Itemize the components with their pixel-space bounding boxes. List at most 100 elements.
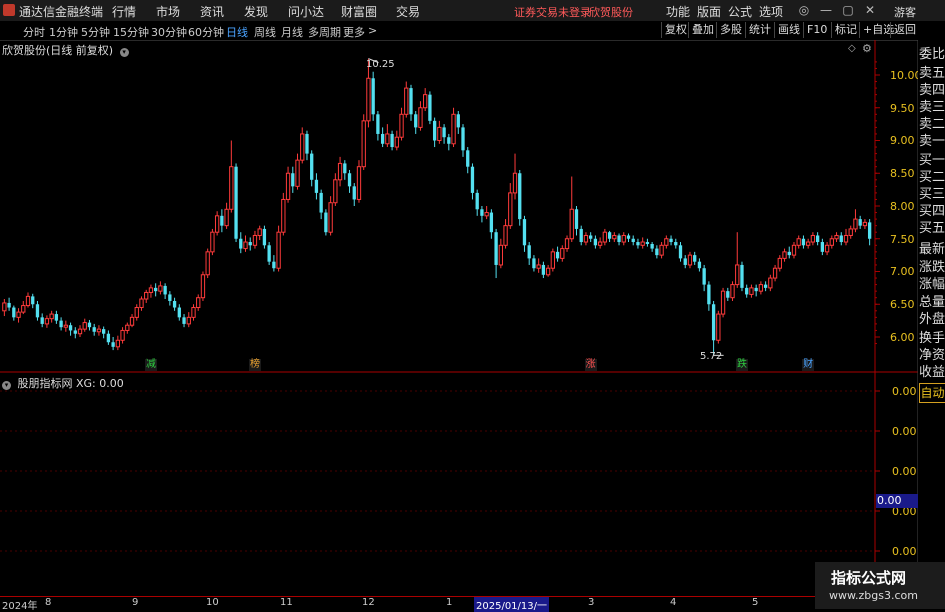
candle-body: [77, 328, 83, 335]
candle-body: [787, 251, 791, 256]
candle-body: [484, 212, 489, 217]
side-item-outer[interactable]: 外盘: [919, 310, 945, 330]
side-item-wei-bi[interactable]: 委比: [919, 45, 945, 65]
candle-body: [276, 231, 281, 269]
candle-body: [243, 241, 248, 250]
candle-body: [120, 329, 125, 341]
candle-body: [409, 88, 413, 115]
indicator-current-value: 0.00: [876, 494, 918, 508]
candle-body: [347, 173, 352, 187]
candle-body: [693, 255, 697, 262]
candle-body: [555, 251, 560, 259]
candle-body: [527, 245, 531, 259]
candle-body: [428, 94, 432, 121]
candle-body: [115, 339, 120, 348]
candle-body: [234, 166, 238, 239]
candle-body: [636, 242, 640, 246]
candle-body: [843, 234, 849, 243]
candle-body: [545, 267, 551, 276]
candle-body: [763, 284, 768, 288]
candle-body: [617, 235, 621, 243]
candle-body: [650, 243, 654, 249]
candle-body: [380, 133, 385, 144]
candle-body: [319, 192, 323, 213]
price-tick: 8.00: [890, 200, 915, 213]
date-tick: 12: [362, 597, 375, 608]
candle-body: [626, 235, 631, 239]
candle-body: [129, 316, 135, 326]
price-axis-ticks: [875, 61, 880, 345]
date-tick: 4: [670, 597, 677, 608]
candle-body: [163, 285, 167, 295]
price-annotations: [368, 58, 724, 356]
candle-body: [404, 87, 409, 115]
candle-body: [711, 304, 716, 341]
candle-body: [418, 107, 423, 128]
candle-body: [172, 300, 177, 308]
candle-body: [106, 333, 111, 343]
candle-body: [337, 162, 343, 181]
candle-body: [447, 137, 451, 144]
candle-body: [716, 313, 721, 341]
event-marker[interactable]: 财: [802, 359, 815, 371]
date-tick: 11: [280, 597, 293, 608]
candle-body: [423, 94, 428, 109]
candle-body: [720, 290, 726, 315]
candle-body: [442, 127, 446, 138]
candle-body: [16, 311, 21, 318]
candle-body: [655, 248, 659, 256]
side-item-earnings[interactable]: 收益: [919, 363, 945, 383]
candle-body: [569, 208, 574, 240]
candle-body: [824, 244, 830, 253]
candle-body: [512, 172, 518, 194]
candle-body: [862, 221, 868, 227]
event-marker[interactable]: 跌: [735, 359, 748, 371]
chevron-down-icon[interactable]: ▾: [2, 381, 11, 390]
candle-body: [480, 209, 484, 216]
candle-body: [631, 238, 635, 243]
candle-body: [848, 228, 853, 236]
event-marker[interactable]: 减: [144, 359, 157, 371]
price-tick: 10.00: [890, 69, 922, 82]
candle-body: [63, 324, 68, 328]
candle-body: [456, 114, 460, 128]
side-item-latest[interactable]: 最新: [919, 240, 945, 260]
indicator-title-text: 股朋指标网 XG: 0.00: [17, 377, 124, 390]
candle-body: [7, 302, 11, 308]
candle-body: [31, 296, 35, 305]
candle-body: [829, 238, 834, 246]
candle-body: [801, 238, 806, 246]
candle-body: [749, 287, 754, 295]
candle-body: [40, 317, 44, 324]
auto-button[interactable]: 自动: [919, 383, 945, 403]
candle-body: [205, 251, 210, 276]
side-item-sell1[interactable]: 卖一: [919, 132, 945, 152]
side-item-change-pct[interactable]: 涨幅: [919, 275, 945, 295]
candle-body: [437, 126, 442, 142]
candle-body: [196, 297, 201, 309]
side-item-buy5[interactable]: 买五: [919, 219, 945, 239]
candle-body: [730, 284, 735, 299]
candle-body: [518, 173, 522, 220]
chart-canvas[interactable]: [0, 0, 945, 609]
candle-body: [810, 234, 816, 243]
price-tick: 7.50: [890, 233, 915, 246]
price-tick: 9.50: [890, 102, 915, 115]
date-tick: 8: [45, 597, 52, 608]
candle-body: [815, 235, 820, 243]
candle-body: [461, 127, 465, 151]
event-marker[interactable]: 涨: [584, 359, 597, 371]
candle-body: [772, 267, 778, 279]
candle-body: [867, 222, 872, 239]
indicator-tick: 0.00: [892, 545, 917, 558]
candle-body: [579, 228, 583, 243]
date-tick: 5: [752, 597, 759, 608]
candle-body: [583, 234, 589, 243]
candle-body: [191, 307, 196, 318]
event-marker[interactable]: 榜: [248, 359, 261, 371]
candle-body: [758, 284, 764, 292]
candle-body: [664, 238, 669, 246]
candle-body: [134, 307, 139, 318]
candle-body: [853, 218, 858, 230]
candle-body: [257, 228, 262, 236]
